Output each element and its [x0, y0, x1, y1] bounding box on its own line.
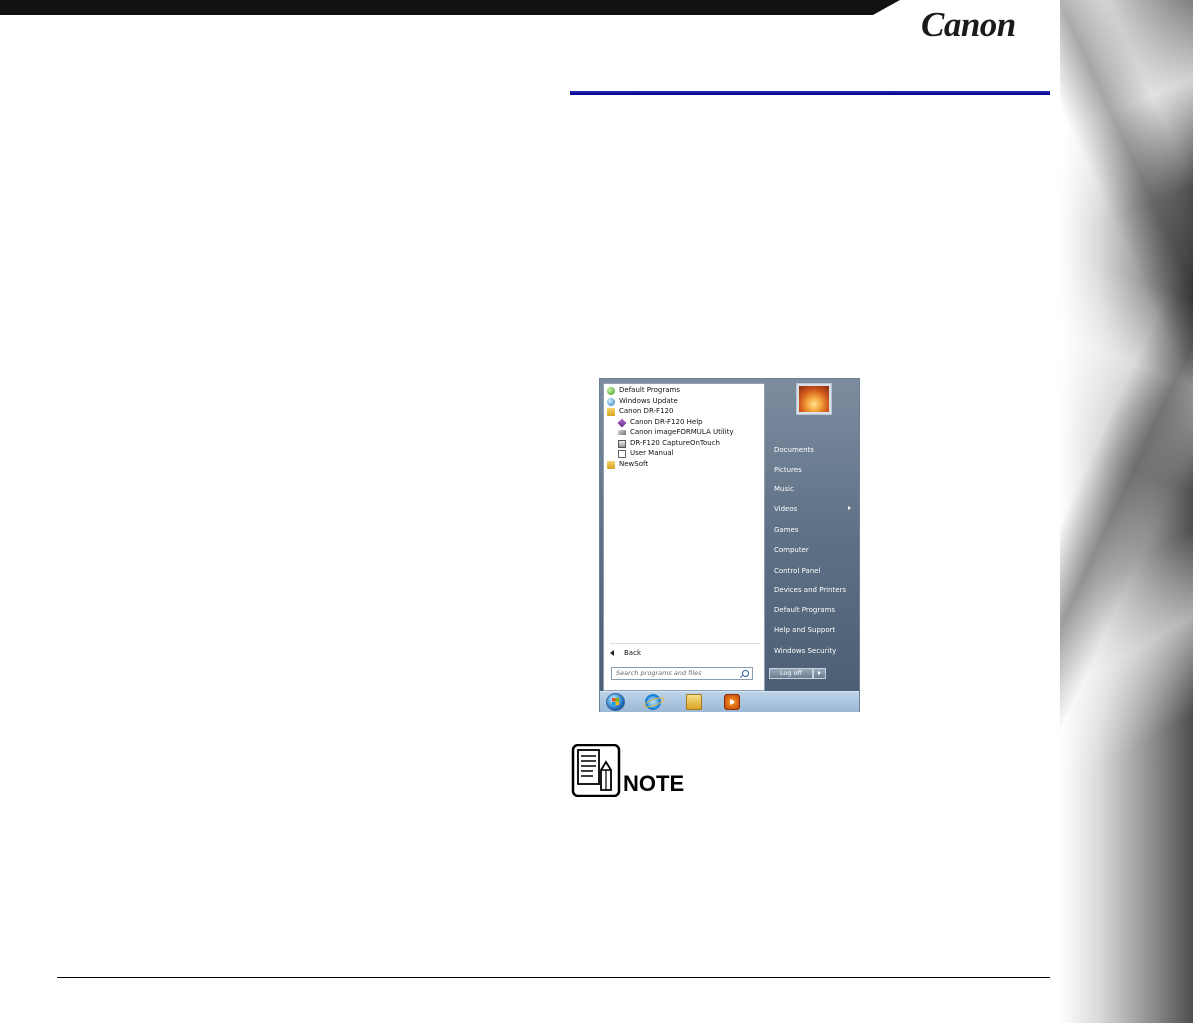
program-item-imageformula-utility[interactable]: Canon imageFORMULA Utility [618, 427, 734, 438]
flower-avatar-icon [799, 386, 829, 412]
program-label: Canon DR-F120 [619, 407, 674, 415]
libraries-folder-icon[interactable] [686, 694, 702, 710]
right-item-help-support[interactable]: Help and Support [774, 624, 835, 636]
side-decoration [1060, 0, 1193, 1023]
program-folder-newsoft[interactable]: NewSoft [607, 459, 648, 470]
default-programs-icon [607, 386, 615, 395]
right-item-windows-security[interactable]: Windows Security [774, 645, 836, 657]
user-picture[interactable] [796, 383, 832, 415]
folder-icon [607, 407, 615, 416]
search-icon [742, 670, 749, 677]
program-label: Default Programs [619, 386, 680, 394]
section-rule [570, 91, 1050, 95]
right-item-games[interactable]: Games [774, 524, 799, 536]
program-label: NewSoft [619, 460, 649, 468]
right-item-default-programs[interactable]: Default Programs [774, 604, 835, 616]
note-label: NOTE [623, 771, 685, 796]
header-bar [0, 0, 900, 15]
help-icon [617, 417, 627, 428]
program-folder-canon-dr-f120[interactable]: Canon DR-F120 [607, 406, 673, 417]
back-label: Back [624, 649, 641, 657]
right-item-documents[interactable]: Documents [774, 444, 814, 456]
right-item-control-panel[interactable]: Control Panel [774, 565, 820, 577]
utility-icon [618, 430, 626, 435]
note-icon [571, 744, 621, 797]
start-orb-icon[interactable] [606, 693, 625, 711]
canon-logo: Canon [921, 5, 1016, 44]
start-menu-screenshot: Default Programs Windows Update Canon DR… [599, 378, 860, 712]
program-item-user-manual[interactable]: User Manual [618, 448, 674, 459]
media-player-icon[interactable] [724, 694, 740, 710]
document-icon [618, 449, 626, 458]
back-arrow-icon [610, 650, 614, 656]
right-item-videos[interactable]: Videos [774, 503, 797, 515]
search-input[interactable]: Search programs and files [611, 667, 753, 680]
divider [610, 643, 760, 644]
right-item-devices-printers[interactable]: Devices and Printers [774, 584, 846, 596]
submenu-arrow-icon [848, 506, 851, 510]
right-item-computer[interactable]: Computer [774, 544, 809, 556]
back-button[interactable]: Back [610, 649, 641, 657]
internet-explorer-icon[interactable] [645, 694, 661, 710]
shutdown-options-button[interactable] [813, 668, 826, 679]
footer-rule [57, 977, 1050, 978]
folder-icon [607, 460, 615, 469]
scanner-icon [618, 439, 626, 448]
log-off-button[interactable]: Log off [769, 668, 813, 679]
windows-update-icon [607, 397, 615, 406]
programs-pane: Default Programs Windows Update Canon DR… [603, 383, 765, 691]
program-label: Canon imageFORMULA Utility [630, 428, 734, 436]
taskbar [600, 691, 859, 712]
program-item-default-programs[interactable]: Default Programs [607, 385, 680, 396]
search-placeholder: Search programs and files [616, 669, 702, 677]
program-label: User Manual [630, 449, 674, 457]
right-item-music[interactable]: Music [774, 483, 794, 495]
right-item-pictures[interactable]: Pictures [774, 464, 802, 476]
